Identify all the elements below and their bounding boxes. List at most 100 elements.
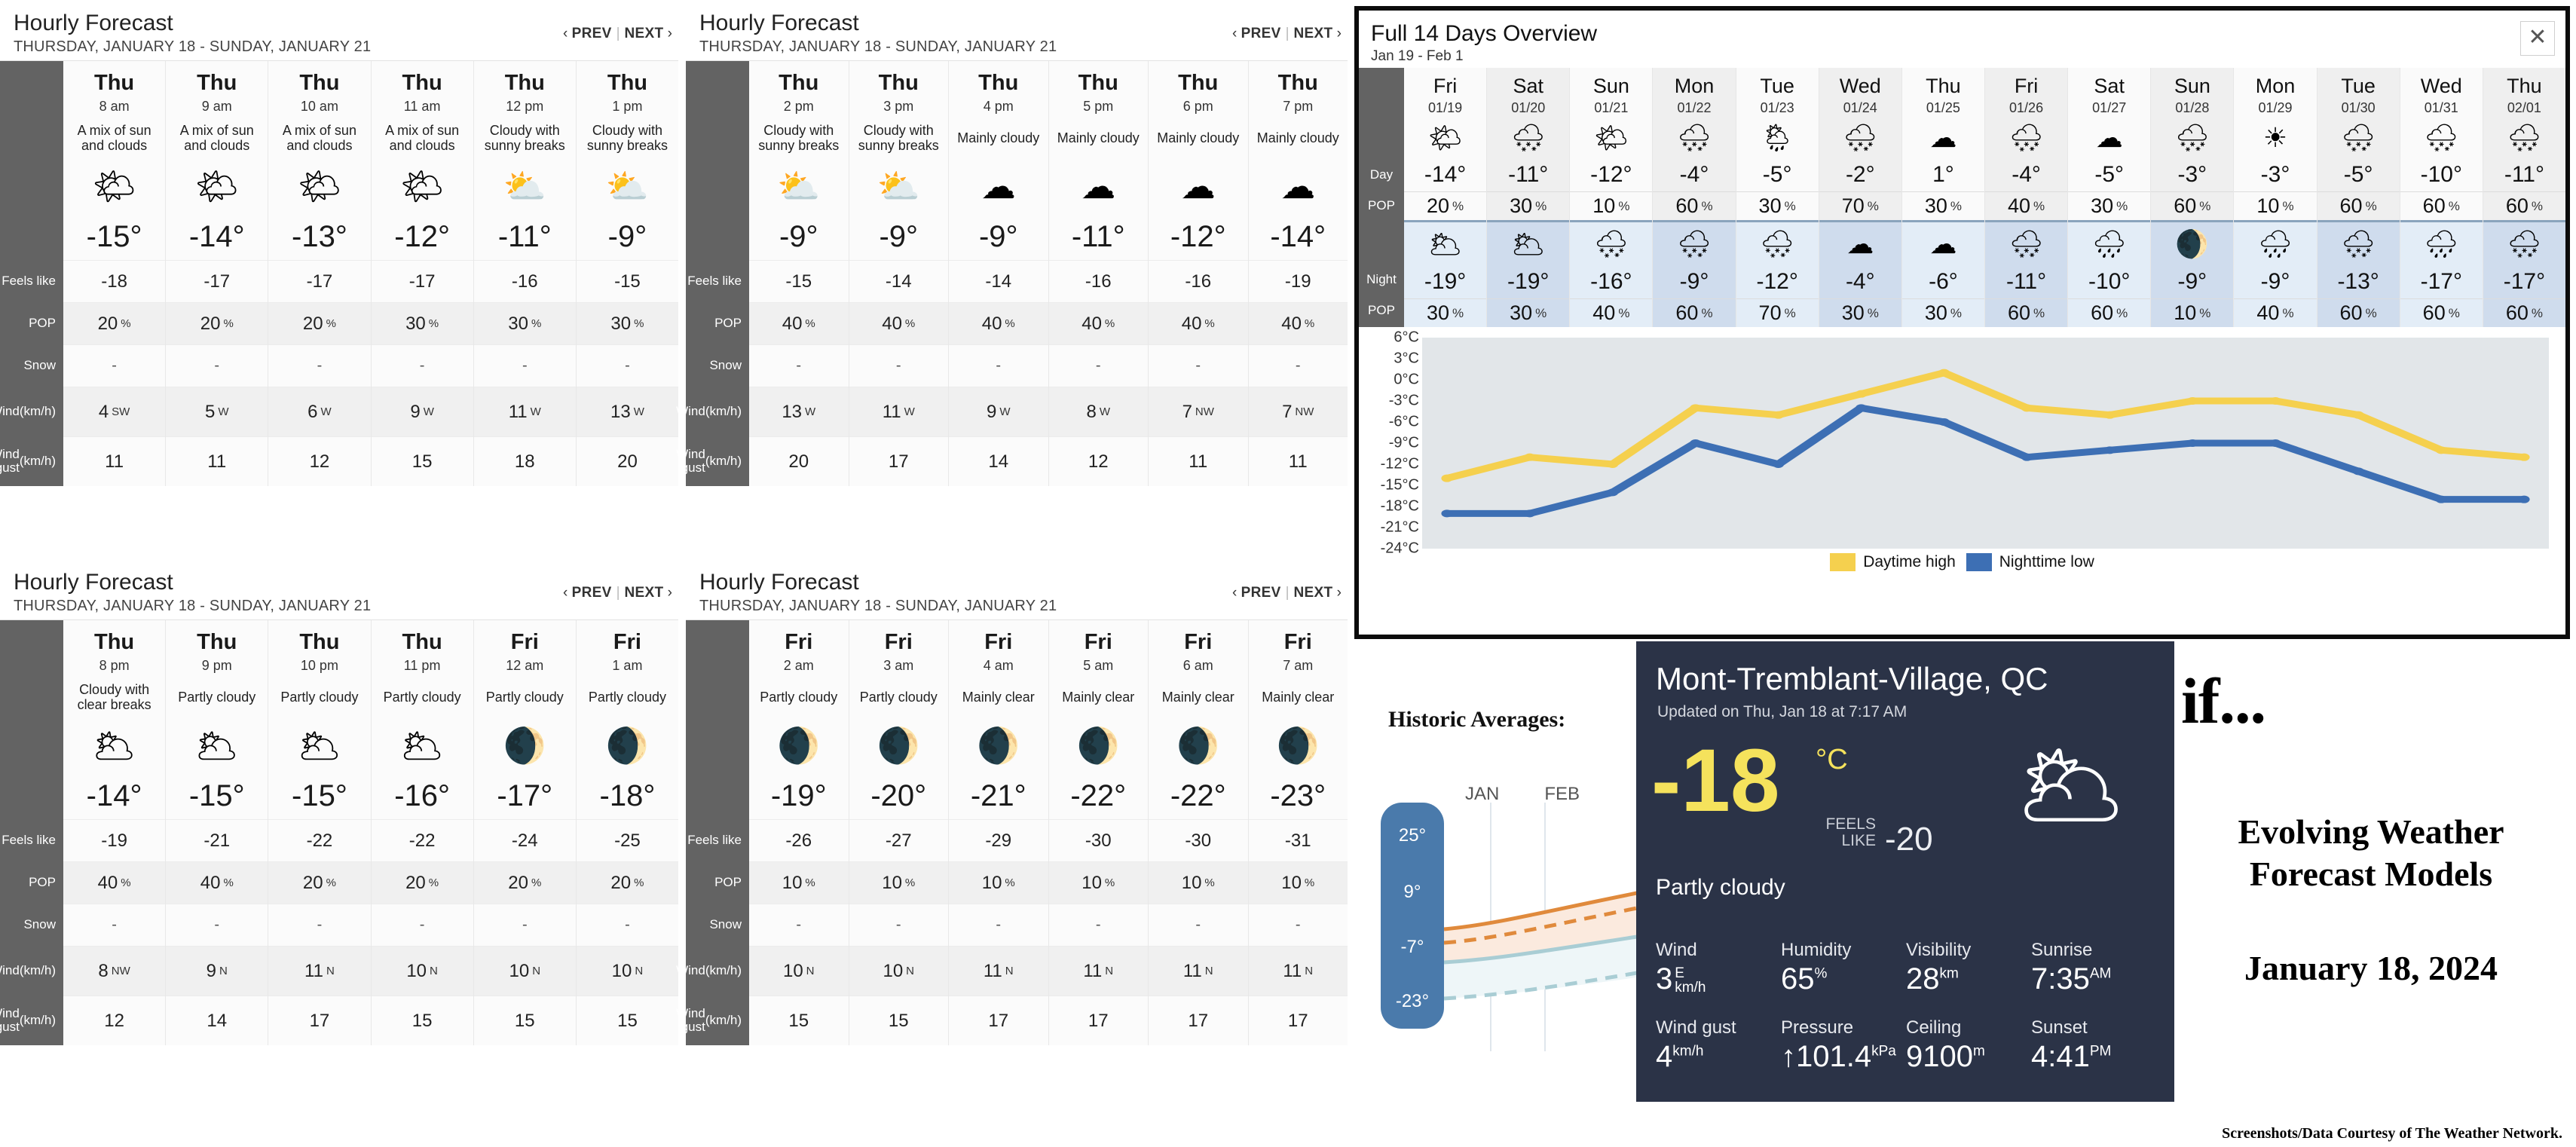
overview-night-temp: -13° (2337, 269, 2379, 294)
overview-night-temp: -17° (2420, 269, 2462, 294)
prev-button[interactable]: ‹ PREV (1232, 585, 1281, 601)
next-button[interactable]: NEXT › (625, 585, 672, 601)
next-button[interactable]: NEXT › (625, 26, 672, 41)
column-condition: A mix of sun and clouds (385, 122, 460, 153)
overview-day-column[interactable]: Tue 01/30 🌨 -5° 60% 🌨 -13° 60% (2316, 68, 2400, 327)
overview-night-pop: 30% (1404, 298, 1487, 327)
overview-day-column[interactable]: Sat 01/20 🌨 -11° 30% 🌥 -19° 30% (1486, 68, 1570, 327)
overview-label-night-pop: POP (1368, 303, 1395, 317)
hourly-column[interactable]: Thu 8 am A mix of sun and clouds 🌤 -15° -18 20… (63, 61, 166, 486)
stat-unit: % (1814, 965, 1828, 982)
hourly-column[interactable]: Thu 11 pm Partly cloudy 🌥 -16° -22 20% -10 N 15 (370, 620, 473, 1045)
overview-day-column[interactable]: Sun 01/21 🌤 -12° 10% 🌨 -16° 40% (1569, 68, 1653, 327)
hourly-column[interactable]: Thu 12 pm Cloudy with sunny breaks ⛅ -11° -16… (473, 61, 576, 486)
row-label-snow: Snow (23, 357, 56, 372)
overview-day-column[interactable]: Mon 01/22 🌨 -4° 60% 🌨 -9° 60% (1652, 68, 1736, 327)
column-day: Thu (878, 71, 919, 95)
close-icon[interactable]: ✕ (2520, 21, 2555, 56)
hourly-column[interactable]: Thu 8 pm Cloudy with clear breaks 🌥 -14° -19 4… (63, 620, 166, 1045)
sun-behind-rain-cloud-icon: 🌦 (1760, 122, 1794, 153)
overview-day-pop: 70% (1819, 191, 1901, 220)
overview-date: 01/24 (1843, 99, 1877, 115)
column-wind: 10 N (849, 946, 948, 996)
hourly-panel-nav: ‹ PREV | NEXT › (1232, 585, 1342, 601)
stat-wind-gust: Wind gust 4km/h (1656, 1017, 1781, 1074)
overview-night-block: 🌧 -9° 40% (2234, 220, 2317, 327)
column-wind: 6W (268, 387, 371, 436)
overview-day-column[interactable]: Wed 01/24 🌨 -2° 70% ☁ -4° 30% (1818, 68, 1901, 327)
overview-day-column[interactable]: Wed 01/31 🌨 -10° 60% 🌧 -17° 60% (2399, 68, 2483, 327)
overview-day-column[interactable]: Mon 01/29 ☀ -3° 10% 🌧 -9° 40% (2233, 68, 2317, 327)
overview-day-column[interactable]: Thu 01/25 ☁ 1° 30% ☁ -6° 30% (1901, 68, 1984, 327)
column-pop: 20% (166, 302, 268, 344)
hourly-column[interactable]: Thu 5 pm Mainly cloudy ☁ -11° -16 40% -8 W 12 (1048, 61, 1148, 486)
prev-button[interactable]: ‹ PREV (563, 585, 612, 601)
hourly-column[interactable]: Thu 1 pm Cloudy with sunny breaks ⛅ -9° -15 30… (575, 61, 679, 486)
hourly-column[interactable]: Thu 11 am A mix of sun and clouds 🌤 -12° -17 3… (370, 61, 473, 486)
overview-day-block: Fri 01/19 🌤 -14° 20% (1404, 68, 1487, 220)
hourly-column[interactable]: Thu 2 pm Cloudy with sunny breaks ⛅ -9° -15 40… (749, 61, 849, 486)
hourly-column[interactable]: Thu 9 pm Partly cloudy 🌥 -15° -21 40% -9 N 14 (165, 620, 268, 1045)
hourly-column[interactable]: Fri 3 am Partly cloudy 🌒 -20° -27 10% -10 N 15 (848, 620, 948, 1045)
hourly-column[interactable]: Fri 2 am Partly cloudy 🌒 -19° -26 10% -10 N 15 (749, 620, 849, 1045)
row-label-snow: Snow (709, 357, 742, 372)
stat-label: Sunset (2031, 1017, 2088, 1038)
overview-night-pop: 60% (2317, 298, 2400, 327)
prev-button[interactable]: ‹ PREV (1232, 26, 1281, 41)
next-button[interactable]: NEXT › (1294, 26, 1342, 41)
next-button[interactable]: NEXT › (1294, 585, 1342, 601)
hourly-column[interactable]: Thu 10 am A mix of sun and clouds 🌤 -13° -17 2… (268, 61, 371, 486)
overview-day-column[interactable]: Fri 01/26 🌨 -4° 40% 🌨 -11° 60% (1984, 68, 2068, 327)
hourly-column[interactable]: Thu 10 pm Partly cloudy 🌥 -15° -22 20% -11 N 17 (268, 620, 371, 1045)
hourly-grid: Feels like POP Snow Wind(km/h) Wind gust(km/… (0, 60, 679, 486)
overview-day-column[interactable]: Sun 01/28 🌨 -3° 60% 🌒 -9° 10% (2150, 68, 2234, 327)
overview-day-pop: 10% (2234, 191, 2317, 220)
hourly-column[interactable]: Fri 6 am Mainly clear 🌒 -22° -30 10% -11 N 17 (1148, 620, 1248, 1045)
overview-day-column[interactable]: Sat 01/27 ☁ -5° 30% 🌧 -10° 60% (2067, 68, 2151, 327)
historic-scale-value-1: 25° (1398, 825, 1427, 846)
overview-day-block: Wed 01/31 🌨 -10° 60% (2400, 68, 2483, 220)
stat-value: 28km (1906, 962, 1959, 996)
column-temperature: -22° (1170, 778, 1226, 812)
hourly-column[interactable]: Thu 6 pm Mainly cloudy ☁ -12° -16 40% -7 NW 11 (1148, 61, 1248, 486)
hourly-column[interactable]: Fri 4 am Mainly clear 🌒 -21° -29 10% -11 N 17 (948, 620, 1048, 1045)
overview-night-block: 🌥 -19° 30% (1487, 220, 1570, 327)
column-time: 5 am (1083, 657, 1114, 673)
column-snow: - (268, 344, 371, 387)
hourly-column[interactable]: Fri 1 am Partly cloudy 🌒 -18° -25 20% -10 N 15 (575, 620, 679, 1045)
column-day: Fri (884, 630, 913, 654)
column-condition: Mainly clear (1262, 689, 1335, 705)
overview-day-block: Sat 01/27 ☁ -5° 30% (2068, 68, 2151, 220)
overview-date: 01/22 (1677, 99, 1712, 115)
hourly-column[interactable]: Fri 5 am Mainly clear 🌒 -22° -30 10% -11 N 17 (1048, 620, 1148, 1045)
hourly-column[interactable]: Thu 7 pm Mainly cloudy ☁ -14° -19 40% -7 NW 11 (1247, 61, 1348, 486)
stat-label: Pressure (1781, 1017, 1854, 1038)
prev-button[interactable]: ‹ PREV (563, 26, 612, 41)
stat-sunset: Sunset 4:41PM (2031, 1017, 2156, 1074)
column-condition: A mix of sun and clouds (179, 122, 254, 153)
stat-unit: PM (2089, 1043, 2112, 1060)
column-wind: 8W (1048, 387, 1148, 436)
overview-night-pop: 40% (2234, 298, 2317, 327)
hourly-column[interactable]: Thu 4 pm Mainly cloudy ☁ -9° -14 40% -9 W 14 (948, 61, 1048, 486)
historic-month-feb: FEB (1544, 784, 1580, 804)
hourly-column[interactable]: Fri 7 am Mainly clear 🌒 -23° -31 10% -11 N 17 (1247, 620, 1348, 1045)
hourly-column[interactable]: Fri 12 am Partly cloudy 🌒 -17° -24 20% -10 N 15 (473, 620, 576, 1045)
overview-day-pop: 30% (1901, 191, 1984, 220)
column-pop: 40% (749, 302, 849, 344)
overview-day-column[interactable]: Fri 01/19 🌤 -14° 20% 🌥 -19° 30% (1404, 68, 1487, 327)
row-label-wind: Wind(km/h) (0, 962, 56, 977)
hourly-column[interactable]: Thu 9 am A mix of sun and clouds 🌤 -14° -17 20… (165, 61, 268, 486)
column-day: Fri (613, 630, 641, 654)
overview-day-column[interactable]: Tue 01/23 🌦 -5° 30% 🌨 -12° 70% (1735, 68, 1819, 327)
column-temperature: -12° (394, 219, 450, 253)
overview-day-block: Wed 01/24 🌨 -2° 70% (1819, 68, 1901, 220)
column-time: 7 pm (1283, 98, 1314, 114)
hourly-column[interactable]: Thu 3 pm Cloudy with sunny breaks ⛅ -9° -14 40… (848, 61, 948, 486)
column-day: Thu (779, 71, 819, 95)
stat-label: Wind gust (1656, 1017, 1736, 1038)
stat-unit: kPa (1871, 1043, 1896, 1060)
cloud-with-snow-icon: 🌨 (2341, 228, 2376, 259)
moon-behind-cloud-icon: 🌥 (92, 725, 136, 765)
overview-day-column[interactable]: Thu 02/01 🌨 -11° 60% 🌨 -17° 60% (2482, 68, 2565, 327)
